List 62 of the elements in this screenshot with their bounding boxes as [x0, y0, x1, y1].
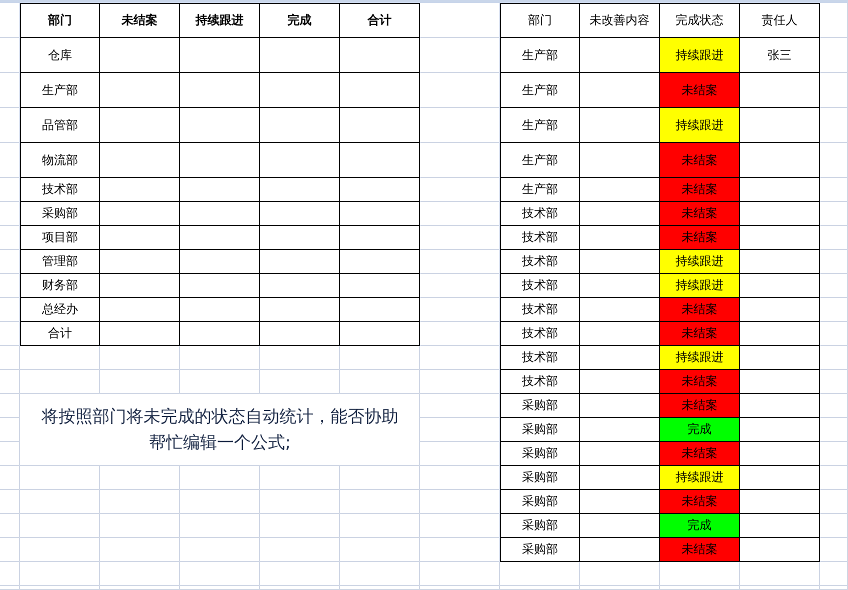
status-cell: 持续跟进	[660, 38, 740, 73]
department-cell: 生产部	[500, 38, 580, 73]
department-cell: 技术部	[500, 298, 580, 322]
note-text: 将按照部门将未完成的状态自动统计，能否协助帮忙编辑一个公式;	[40, 406, 400, 455]
status-cell: 未结案	[660, 370, 740, 394]
column-header: 责任人	[740, 3, 820, 38]
status-cell: 持续跟进	[660, 274, 740, 298]
column-header: 完成状态	[660, 3, 740, 38]
status-cell: 未结案	[660, 73, 740, 108]
status-cell: 未结案	[660, 322, 740, 346]
department-cell: 技术部	[500, 250, 580, 274]
column-header: 未改善内容	[580, 3, 660, 38]
status-cell: 未结案	[660, 538, 740, 562]
column-header: 未结案	[100, 3, 180, 38]
department-cell: 技术部	[500, 274, 580, 298]
department-cell: 采购部	[500, 394, 580, 418]
owner-cell: 张三	[740, 38, 820, 73]
department-cell: 技术部	[500, 202, 580, 226]
status-cell: 未结案	[660, 202, 740, 226]
department-cell: 采购部	[500, 514, 580, 538]
status-cell: 持续跟进	[660, 466, 740, 490]
department-cell: 生产部	[500, 143, 580, 178]
department-cell: 采购部	[500, 442, 580, 466]
status-cell: 未结案	[660, 394, 740, 418]
status-cell: 未结案	[660, 442, 740, 466]
department-cell: 合计	[20, 322, 100, 346]
department-cell: 财务部	[20, 274, 100, 298]
department-cell: 技术部	[20, 178, 100, 202]
department-cell: 技术部	[500, 226, 580, 250]
department-cell: 生产部	[20, 73, 100, 108]
department-cell: 采购部	[500, 490, 580, 514]
department-cell: 仓库	[20, 38, 100, 73]
department-cell: 生产部	[500, 108, 580, 143]
status-cell: 完成	[660, 514, 740, 538]
column-header: 完成	[260, 3, 340, 38]
department-cell: 物流部	[20, 143, 100, 178]
department-cell: 品管部	[20, 108, 100, 143]
department-cell: 采购部	[20, 202, 100, 226]
department-cell: 总经办	[20, 298, 100, 322]
status-cell: 未结案	[660, 143, 740, 178]
status-cell: 未结案	[660, 178, 740, 202]
status-cell: 持续跟进	[660, 250, 740, 274]
status-cell: 完成	[660, 418, 740, 442]
department-cell: 生产部	[500, 178, 580, 202]
department-cell: 项目部	[20, 226, 100, 250]
status-cell: 持续跟进	[660, 346, 740, 370]
column-header: 合计	[340, 3, 420, 38]
status-cell: 未结案	[660, 226, 740, 250]
department-cell: 管理部	[20, 250, 100, 274]
department-cell: 技术部	[500, 322, 580, 346]
status-cell: 持续跟进	[660, 108, 740, 143]
status-cell: 未结案	[660, 298, 740, 322]
department-cell: 技术部	[500, 346, 580, 370]
department-cell: 采购部	[500, 418, 580, 442]
column-header: 持续跟进	[180, 3, 260, 38]
column-header: 部门	[20, 3, 100, 38]
column-header: 部门	[500, 3, 580, 38]
department-cell: 生产部	[500, 73, 580, 108]
status-cell: 未结案	[660, 490, 740, 514]
department-cell: 技术部	[500, 370, 580, 394]
department-cell: 采购部	[500, 466, 580, 490]
department-cell: 采购部	[500, 538, 580, 562]
